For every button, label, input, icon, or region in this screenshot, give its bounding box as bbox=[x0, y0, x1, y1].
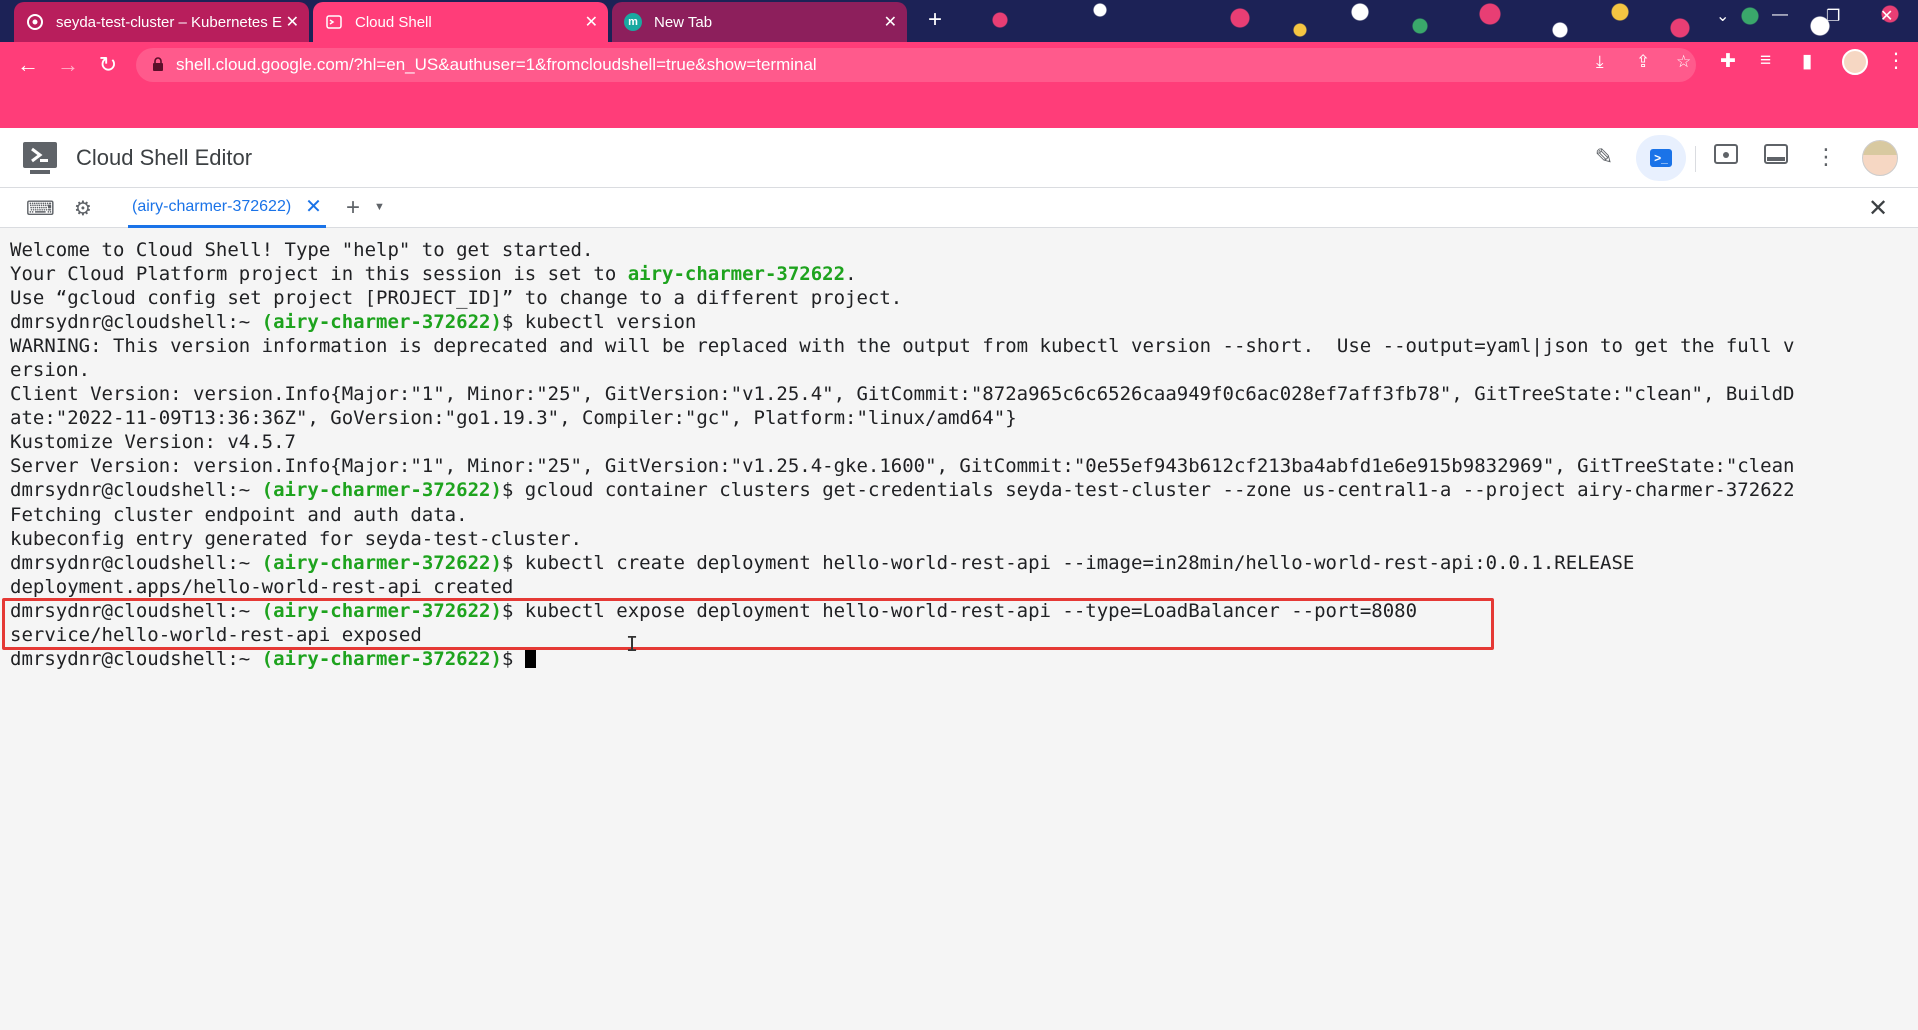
terminal-line: Your Cloud Platform project in this sess… bbox=[10, 263, 857, 286]
reading-list-icon[interactable]: ≡ bbox=[1760, 50, 1771, 72]
edit-pencil-icon[interactable]: ✎ bbox=[1590, 144, 1618, 172]
lock-icon bbox=[153, 57, 163, 71]
terminal-prompt-line: dmrsydnr@cloudshell:~ (airy-charmer-3726… bbox=[10, 551, 1635, 574]
address-bar[interactable]: shell.cloud.google.com/?hl=en_US&authuse… bbox=[136, 48, 1696, 82]
tab-title: seyda-test-cluster – Kubernetes E bbox=[56, 13, 282, 31]
terminal-line: kubeconfig entry generated for seyda-tes… bbox=[10, 527, 582, 550]
reload-icon[interactable]: ↻ bbox=[92, 50, 124, 82]
terminal-line: Use “gcloud config set project [PROJECT_… bbox=[10, 287, 903, 310]
tab-title: New Tab bbox=[654, 13, 713, 31]
terminal-output[interactable]: Welcome to Cloud Shell! Type "help" to g… bbox=[0, 228, 1918, 1030]
install-app-icon[interactable]: ⤓ bbox=[1596, 52, 1604, 72]
close-icon[interactable]: ✕ bbox=[884, 12, 897, 32]
terminal-line: WARNING: This version information is dep… bbox=[10, 335, 1795, 358]
terminal-tab-label: (airy-charmer-372622) bbox=[132, 197, 292, 215]
new-tab-button[interactable]: + bbox=[922, 8, 948, 34]
cloud-shell-logo-icon bbox=[23, 142, 57, 174]
terminal-line: ate:"2022-11-09T13:36:36Z", GoVersion:"g… bbox=[10, 407, 1017, 430]
more-options-icon[interactable]: ⋮ bbox=[1812, 144, 1840, 172]
terminal-prompt-line: dmrsydnr@cloudshell:~ (airy-charmer-3726… bbox=[10, 479, 1795, 502]
terminal-line: Welcome to Cloud Shell! Type "help" to g… bbox=[10, 239, 594, 261]
terminal-line: deployment.apps/hello-world-rest-api cre… bbox=[10, 575, 514, 598]
web-preview-icon[interactable] bbox=[1712, 144, 1740, 172]
browser-toolbar: ← → ↻ shell.cloud.google.com/?hl=en_US&a… bbox=[0, 42, 1918, 88]
page-title: Cloud Shell Editor bbox=[76, 145, 253, 170]
keyboard-icon[interactable]: ⌨ bbox=[26, 196, 55, 221]
terminal-tab-bar: ⌨ ⚙ (airy-charmer-372622) ✕ + ▼ ✕ bbox=[0, 188, 1918, 228]
extensions-puzzle-icon[interactable]: ✚ bbox=[1720, 50, 1736, 73]
terminal-layout-icon[interactable] bbox=[1762, 144, 1790, 172]
restore-icon[interactable]: ❐ bbox=[1826, 6, 1840, 26]
bookmark-star-icon[interactable]: ☆ bbox=[1676, 52, 1691, 72]
terminal-active-prompt[interactable]: dmrsydnr@cloudshell:~ (airy-charmer-3726… bbox=[10, 646, 1908, 671]
browser-tab-strip: seyda-test-cluster – Kubernetes E ✕ Clou… bbox=[0, 0, 1918, 42]
header-divider bbox=[1695, 146, 1696, 172]
browser-tab-new-tab[interactable]: m New Tab ✕ bbox=[612, 2, 907, 42]
browser-tab-cloud-shell[interactable]: Cloud Shell ✕ bbox=[313, 2, 608, 42]
close-icon[interactable]: ✕ bbox=[286, 12, 299, 32]
terminal-line: Fetching cluster endpoint and auth data. bbox=[10, 503, 468, 526]
add-terminal-button[interactable]: + bbox=[346, 194, 360, 222]
terminal-icon: >_ bbox=[1650, 149, 1672, 167]
chevron-down-icon[interactable]: ▼ bbox=[374, 201, 385, 213]
close-terminal-panel-icon[interactable]: ✕ bbox=[1868, 194, 1888, 223]
open-terminal-button[interactable]: >_ bbox=[1636, 135, 1686, 181]
avatar[interactable] bbox=[1862, 140, 1898, 176]
browser-menu-icon[interactable]: ⋮ bbox=[1886, 48, 1906, 73]
side-panel-icon[interactable]: ▮ bbox=[1802, 50, 1812, 73]
close-icon[interactable]: ✕ bbox=[585, 12, 598, 32]
browser-tab-kubernetes[interactable]: seyda-test-cluster – Kubernetes E ✕ bbox=[14, 2, 309, 42]
terminal-line: Kustomize Version: v4.5.7 bbox=[10, 431, 296, 454]
kubernetes-engine-icon bbox=[26, 13, 44, 31]
forward-arrow-icon[interactable]: → bbox=[52, 50, 84, 82]
text-cursor-ibeam-icon: I bbox=[626, 632, 639, 656]
back-arrow-icon[interactable]: ← bbox=[12, 50, 44, 82]
tab-title: Cloud Shell bbox=[355, 13, 432, 31]
chevron-down-icon[interactable]: ⌄ bbox=[1716, 6, 1729, 26]
close-icon[interactable]: ✕ bbox=[305, 194, 322, 219]
tab-airy-charmer[interactable]: (airy-charmer-372622) ✕ bbox=[128, 188, 326, 228]
new-tab-favicon-icon: m bbox=[624, 13, 642, 31]
terminal-line: Client Version: version.Info{Major:"1", … bbox=[10, 383, 1795, 406]
window-close-icon[interactable]: ✕ bbox=[1880, 6, 1893, 26]
url-text: shell.cloud.google.com/?hl=en_US&authuse… bbox=[176, 55, 817, 74]
cloud-shell-header: Cloud Shell Editor ✎ >_ ⋮ bbox=[0, 128, 1918, 188]
highlight-annotation-box bbox=[2, 598, 1494, 650]
settings-gear-icon[interactable]: ⚙ bbox=[74, 196, 92, 221]
share-icon[interactable]: ⇪ bbox=[1636, 52, 1650, 72]
browser-profile-avatar[interactable] bbox=[1842, 49, 1868, 75]
bookmark-bar bbox=[0, 88, 1918, 128]
terminal-line: ersion. bbox=[10, 359, 91, 382]
terminal-line: Server Version: version.Info{Major:"1", … bbox=[10, 455, 1795, 478]
cloud-shell-favicon-icon bbox=[325, 13, 343, 31]
terminal-prompt-line: dmrsydnr@cloudshell:~ (airy-charmer-3726… bbox=[10, 311, 697, 334]
minimize-icon[interactable]: — bbox=[1772, 6, 1788, 24]
